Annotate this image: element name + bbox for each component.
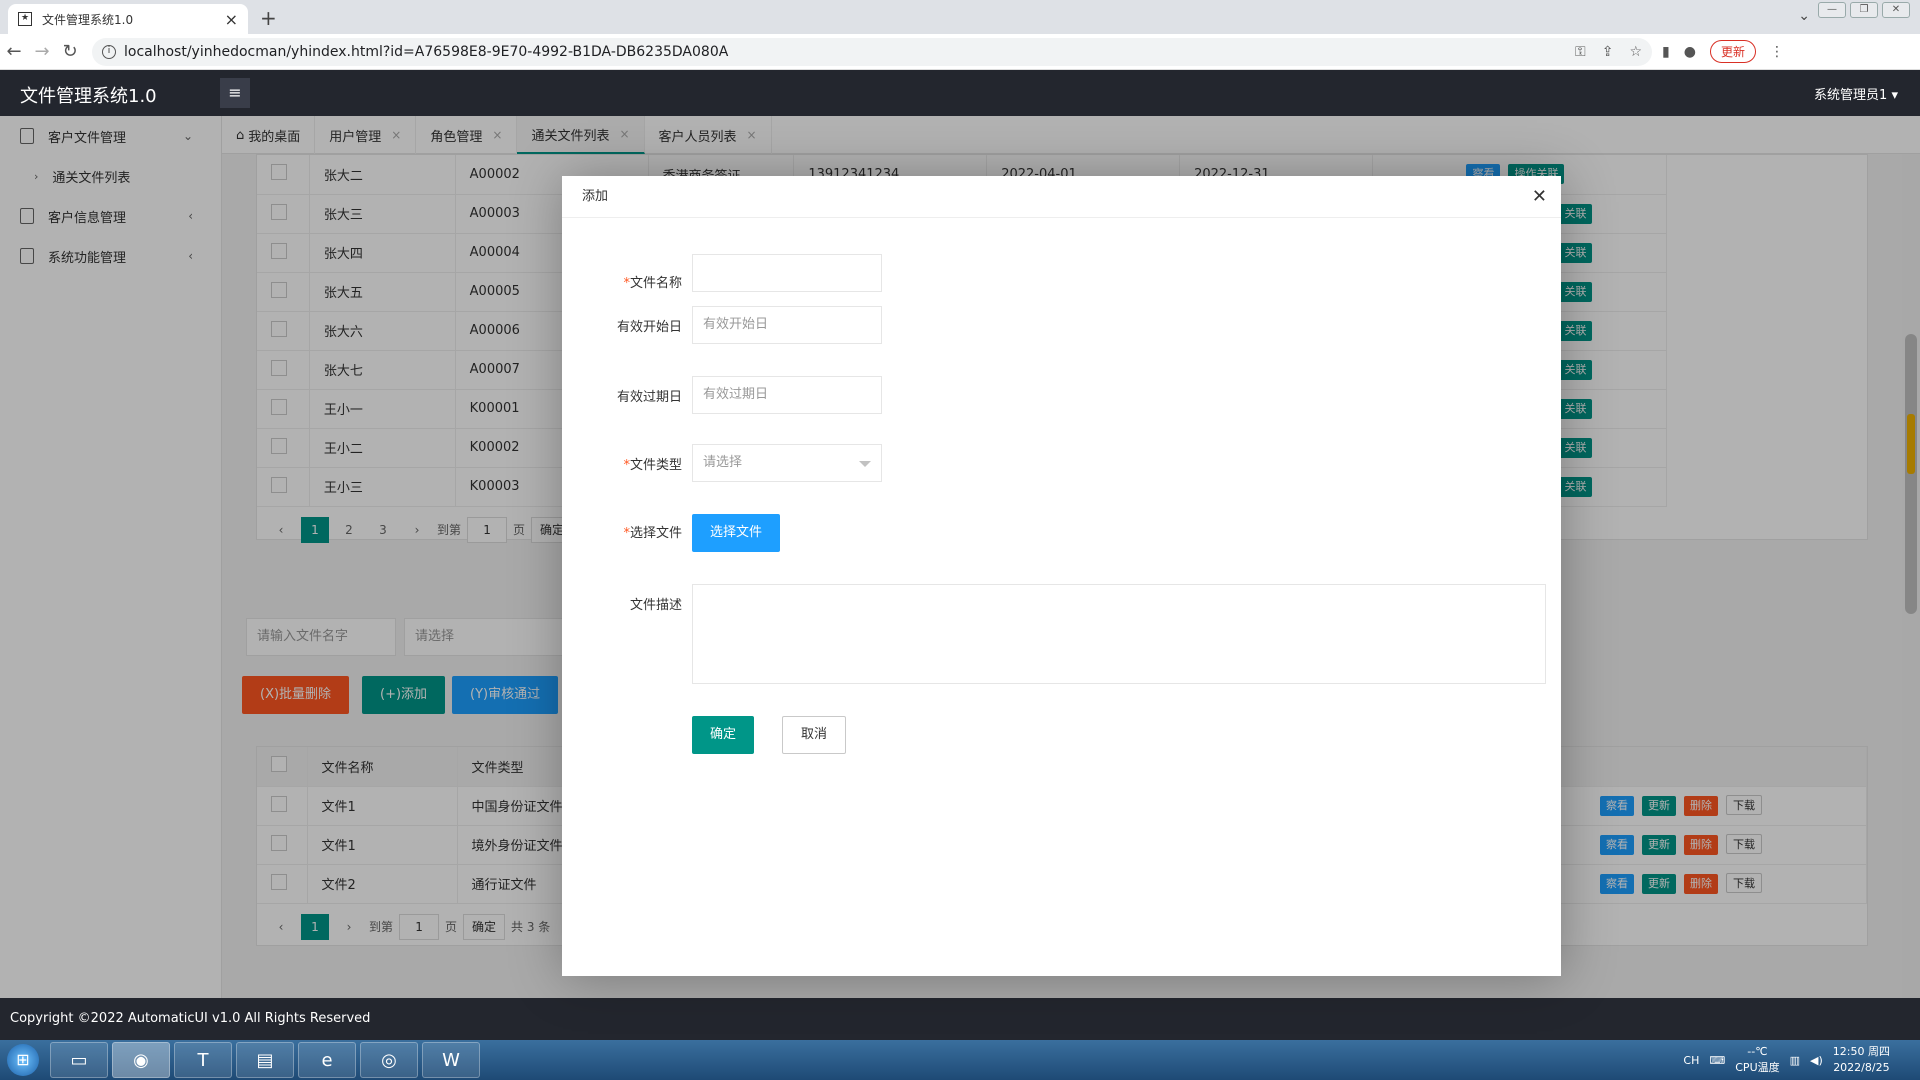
forward-icon[interactable]: →: [28, 41, 56, 62]
desktop-icon: ▭: [70, 1049, 88, 1071]
clock-date: 2022/8/25: [1833, 1061, 1890, 1074]
filename-label: *文件名称: [562, 272, 682, 291]
description-textarea[interactable]: [692, 584, 1546, 684]
browser-toolbar: ← → ↻ i localhost/yinhedocman/yhindex.ht…: [0, 34, 1920, 70]
browser-e-icon: e: [321, 1049, 333, 1071]
os-taskbar: ⊞ ▭ ◉ T ▤ e ◎ W CH ⌨ --℃ CPU温度 ▥ ◀) 12:5…: [0, 1040, 1920, 1080]
app-title: 文件管理系统1.0: [20, 86, 157, 107]
close-icon[interactable]: ✕: [1532, 176, 1547, 218]
taskbar-app-desktop[interactable]: ▭: [50, 1042, 108, 1078]
dialog-title: 添加: [582, 189, 609, 204]
user-name: 系统管理员1: [1814, 88, 1888, 103]
user-menu[interactable]: 系统管理员1 ▾: [1814, 84, 1898, 103]
wps-icon: W: [442, 1049, 460, 1071]
footer: Copyright ©2022 AutomaticUI v1.0 All Rig…: [0, 998, 1920, 1040]
dialog-header: 添加 ✕: [562, 176, 1561, 218]
taskbar-app-ie[interactable]: e: [298, 1042, 356, 1078]
filename-label-text: 文件名称: [629, 276, 682, 291]
cpu-temp-value: --℃: [1747, 1045, 1768, 1058]
choose-file-label: *选择文件: [562, 522, 682, 541]
choose-file-button[interactable]: 选择文件: [692, 514, 781, 552]
back-icon[interactable]: ←: [0, 41, 28, 62]
network-icon[interactable]: ▥: [1790, 1054, 1800, 1067]
close-tab-icon[interactable]: ×: [225, 10, 238, 29]
browser-tab[interactable]: ★ 文件管理系统1.0 ×: [8, 4, 248, 34]
cancel-button[interactable]: 取消: [782, 716, 847, 754]
description-label-text: 文件描述: [629, 598, 682, 613]
start-button[interactable]: ⊞: [0, 1040, 46, 1080]
address-bar[interactable]: i localhost/yinhedocman/yhindex.html?id=…: [92, 37, 1652, 66]
update-button[interactable]: 更新: [1709, 40, 1756, 63]
sidepanel-icon[interactable]: ▮: [1662, 44, 1670, 60]
minimize-icon[interactable]: —: [1818, 2, 1846, 18]
description-label: 文件描述: [562, 594, 682, 613]
confirm-button[interactable]: 确定: [692, 716, 755, 754]
start-date-label-text: 有效开始日: [616, 320, 682, 335]
folder-icon: ▤: [256, 1049, 274, 1071]
taskbar-app-explorer[interactable]: ▤: [236, 1042, 294, 1078]
share-icon[interactable]: ⇪: [1602, 44, 1614, 60]
choose-file-label-text: 选择文件: [629, 526, 682, 541]
end-date-label: 有效过期日: [562, 386, 682, 405]
reload-icon[interactable]: ↻: [56, 41, 84, 62]
file-type-label-text: 文件类型: [629, 458, 682, 473]
file-type-label: *文件类型: [562, 454, 682, 473]
volume-icon[interactable]: ◀): [1810, 1054, 1823, 1067]
tab-search-chevron-icon[interactable]: ⌄: [1798, 8, 1810, 24]
copyright-text: Copyright ©2022 AutomaticUI v1.0 All Rig…: [10, 1011, 371, 1026]
taskbar-app-editor[interactable]: T: [174, 1042, 232, 1078]
chrome-icon: ◉: [133, 1049, 149, 1071]
taskbar-app-wps[interactable]: W: [422, 1042, 480, 1078]
file-type-select[interactable]: 请选择: [692, 444, 882, 482]
text-editor-icon: T: [197, 1049, 209, 1071]
clock[interactable]: 12:50 周四 2022/8/25: [1833, 1044, 1890, 1076]
more-menu-icon[interactable]: ⋮: [1770, 44, 1784, 60]
close-window-icon[interactable]: ✕: [1882, 2, 1910, 18]
favicon-icon: ★: [18, 12, 32, 26]
keyboard-icon[interactable]: ⌨: [1709, 1054, 1725, 1067]
restore-icon[interactable]: ❐: [1850, 2, 1878, 18]
wechat-icon: ◎: [381, 1049, 397, 1071]
menu-toggle-icon[interactable]: ≡: [220, 78, 250, 108]
star-icon[interactable]: ☆: [1629, 44, 1642, 60]
browser-tab-title: 文件管理系统1.0: [42, 12, 134, 27]
windows-logo-icon: ⊞: [7, 1044, 39, 1076]
cpu-temp-label: CPU温度: [1735, 1061, 1780, 1074]
end-date-input[interactable]: 有效过期日: [692, 376, 882, 414]
browser-tabbar: ★ 文件管理系统1.0 × + ⌄ — ❐ ✕: [0, 0, 1920, 34]
file-type-placeholder: 请选择: [703, 455, 743, 470]
filename-input[interactable]: [692, 254, 882, 292]
end-date-label-text: 有效过期日: [616, 390, 682, 405]
key-icon[interactable]: ⚿: [1575, 44, 1586, 60]
window-controls: — ❐ ✕: [1818, 2, 1910, 18]
cpu-temp: --℃ CPU温度: [1735, 1044, 1779, 1076]
taskbar-app-wechat[interactable]: ◎: [360, 1042, 418, 1078]
clock-time: 12:50 周四: [1832, 1045, 1890, 1058]
dropdown-arrow-icon: [859, 461, 871, 467]
app-header: 文件管理系统1.0 ≡ 系统管理员1 ▾: [0, 70, 1920, 116]
start-date-input[interactable]: 有效开始日: [692, 306, 882, 344]
start-date-label: 有效开始日: [562, 316, 682, 335]
url-text[interactable]: localhost/yinhedocman/yhindex.html?id=A7…: [124, 44, 1559, 60]
info-icon[interactable]: i: [102, 44, 116, 59]
system-tray: CH ⌨ --℃ CPU温度 ▥ ◀) 12:50 周四 2022/8/25: [1683, 1044, 1920, 1076]
new-tab-icon[interactable]: +: [260, 6, 277, 30]
taskbar-app-chrome[interactable]: ◉: [112, 1042, 170, 1078]
add-file-dialog: 添加 ✕ *文件名称 有效开始日 有效开始日 有效过期日 有效过期日 *文件类型…: [562, 176, 1561, 976]
profile-icon[interactable]: ●: [1684, 44, 1696, 60]
ime-indicator[interactable]: CH: [1683, 1054, 1699, 1067]
